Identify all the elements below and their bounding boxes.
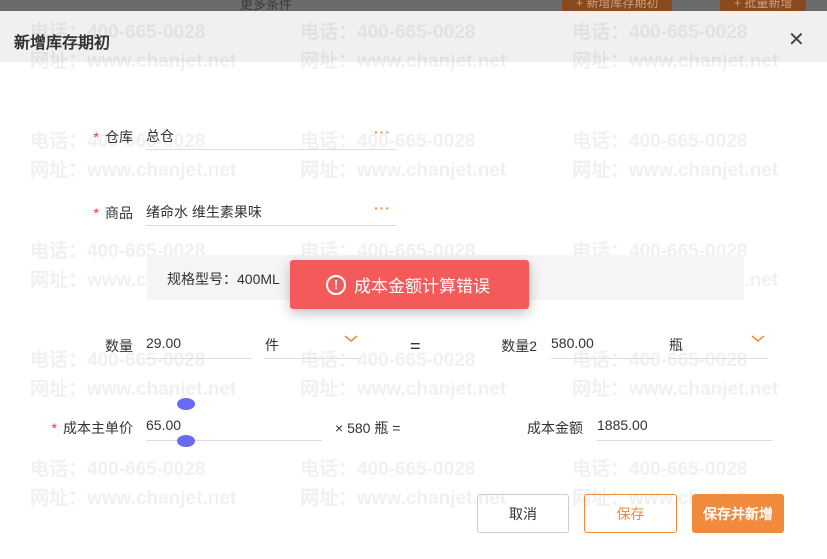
- unit-price-input[interactable]: 65.00: [146, 413, 322, 441]
- product-field[interactable]: 绪命水 维生素果味 ···: [146, 198, 397, 226]
- equals-sign: =: [410, 336, 421, 356]
- watermark: 电话：400-665-0028网址：www.chanjet.net: [572, 131, 779, 181]
- quantity-label: 数量: [105, 338, 133, 354]
- chevron-down-icon: [751, 335, 765, 342]
- cost-amount-input[interactable]: 1885.00: [597, 413, 773, 441]
- unit-select[interactable]: 件: [265, 331, 361, 359]
- chevron-down-icon: [344, 335, 358, 342]
- quantity-input[interactable]: 29.00: [146, 331, 252, 359]
- warehouse-label: * 仓库: [93, 129, 133, 145]
- warehouse-field[interactable]: 总仓 ···: [146, 122, 397, 150]
- unit2-select[interactable]: 瓶: [669, 331, 768, 359]
- cancel-button[interactable]: 取消: [477, 494, 569, 533]
- error-toast: ! 成本金额计算错误: [290, 260, 529, 309]
- selection-handle-bottom[interactable]: [177, 435, 195, 447]
- bg-batch-button: + 批量新增: [720, 0, 807, 11]
- selection-handle-top[interactable]: [177, 398, 195, 410]
- more-filters: 更多条件: [240, 0, 293, 11]
- watermark: 电话：400-665-0028网址：www.chanjet.net: [30, 459, 237, 509]
- exclamation-circle-icon: !: [326, 274, 346, 295]
- save-and-new-button[interactable]: 保存并新增: [692, 494, 784, 533]
- dialog-header: [0, 11, 827, 62]
- more-icon[interactable]: ···: [374, 124, 391, 140]
- close-icon[interactable]: ✕: [788, 27, 805, 52]
- save-button[interactable]: 保存: [584, 494, 677, 533]
- dialog-title: 新增库存期初: [14, 35, 111, 52]
- quantity2-input[interactable]: 580.00: [551, 331, 657, 359]
- unit-price-label: * 成本主单价: [51, 420, 133, 436]
- watermark: 电话：400-665-0028网址：www.chanjet.net: [300, 459, 507, 509]
- more-icon[interactable]: ···: [374, 200, 391, 216]
- cost-amount-label: 成本金额: [527, 420, 583, 436]
- background-toolbar: 更多条件 + 新增库存期初 + 批量新增: [0, 0, 827, 11]
- quantity2-label: 数量2: [501, 338, 537, 354]
- product-label: * 商品: [93, 205, 133, 221]
- bg-add-button: + 新增库存期初: [562, 0, 673, 11]
- multiplier-text: × 580 瓶 =: [335, 420, 401, 436]
- toast-message: 成本金额计算错误: [354, 277, 490, 296]
